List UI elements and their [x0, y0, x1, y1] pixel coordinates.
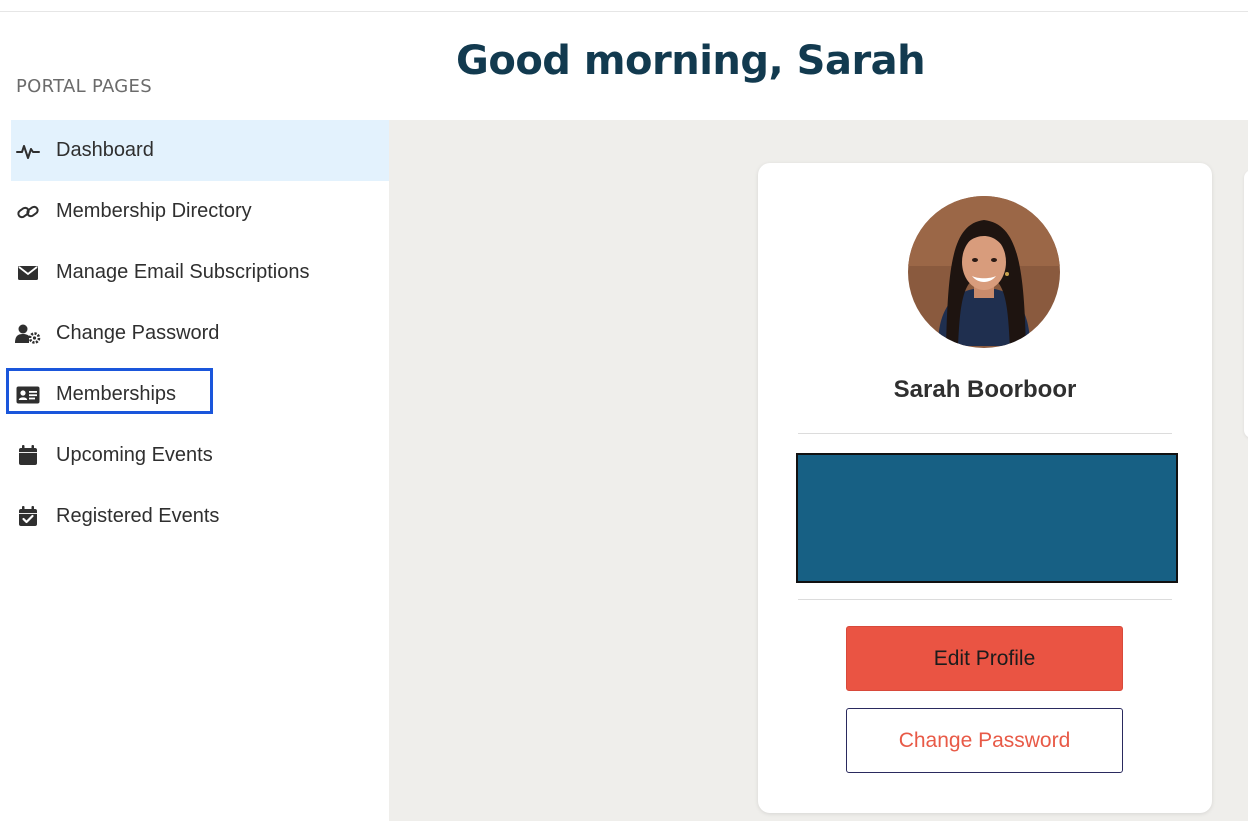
sidebar-item-label: Manage Email Subscriptions — [56, 261, 310, 283]
sidebar-item-label: Upcoming Events — [56, 444, 213, 466]
pulse-icon — [15, 140, 41, 162]
sidebar-item-dashboard[interactable]: Dashboard — [11, 120, 389, 181]
sidebar-item-label: Membership Directory — [56, 200, 252, 222]
sidebar-item-change-password[interactable]: Change Password — [11, 303, 389, 364]
sidebar-section-label: PORTAL PAGES — [16, 76, 152, 97]
sidebar-item-email-subscriptions[interactable]: Manage Email Subscriptions — [11, 242, 389, 303]
adjacent-card-edge — [1244, 170, 1248, 438]
profile-name: Sarah Boorboor — [893, 376, 1077, 403]
sidebar-item-label: Registered Events — [56, 505, 220, 527]
sidebar-item-registered-events[interactable]: Registered Events — [11, 486, 389, 547]
page-title: Good morning, Sarah — [456, 38, 926, 84]
sidebar-nav: Dashboard Membership Directory Manage Em… — [11, 120, 389, 547]
sidebar-item-memberships[interactable]: Memberships — [11, 364, 389, 425]
sidebar-item-upcoming-events[interactable]: Upcoming Events — [11, 425, 389, 486]
sidebar-item-label: Change Password — [56, 322, 220, 344]
sidebar-item-label: Memberships — [56, 383, 177, 405]
link-icon — [15, 201, 41, 223]
divider — [798, 599, 1172, 600]
sidebar-item-label: Dashboard — [56, 139, 154, 161]
profile-card: Sarah Boorboor Edit Profile Change Passw… — [758, 163, 1212, 813]
edit-profile-button[interactable]: Edit Profile — [846, 626, 1123, 691]
envelope-icon — [15, 262, 41, 284]
calendar-check-icon — [15, 506, 41, 528]
main-content: Sarah Boorboor Edit Profile Change Passw… — [389, 120, 1248, 821]
calendar-icon — [15, 445, 41, 467]
divider — [798, 433, 1172, 434]
sidebar-item-membership-directory[interactable]: Membership Directory — [11, 181, 389, 242]
member-portal: PORTAL PAGES Good morning, Sarah Dashboa… — [0, 0, 1248, 821]
top-divider — [0, 11, 1248, 12]
user-gear-icon — [15, 323, 41, 345]
avatar — [908, 196, 1060, 348]
change-password-button[interactable]: Change Password — [846, 708, 1123, 773]
id-card-icon — [15, 384, 41, 406]
redacted-info-block — [796, 453, 1178, 583]
